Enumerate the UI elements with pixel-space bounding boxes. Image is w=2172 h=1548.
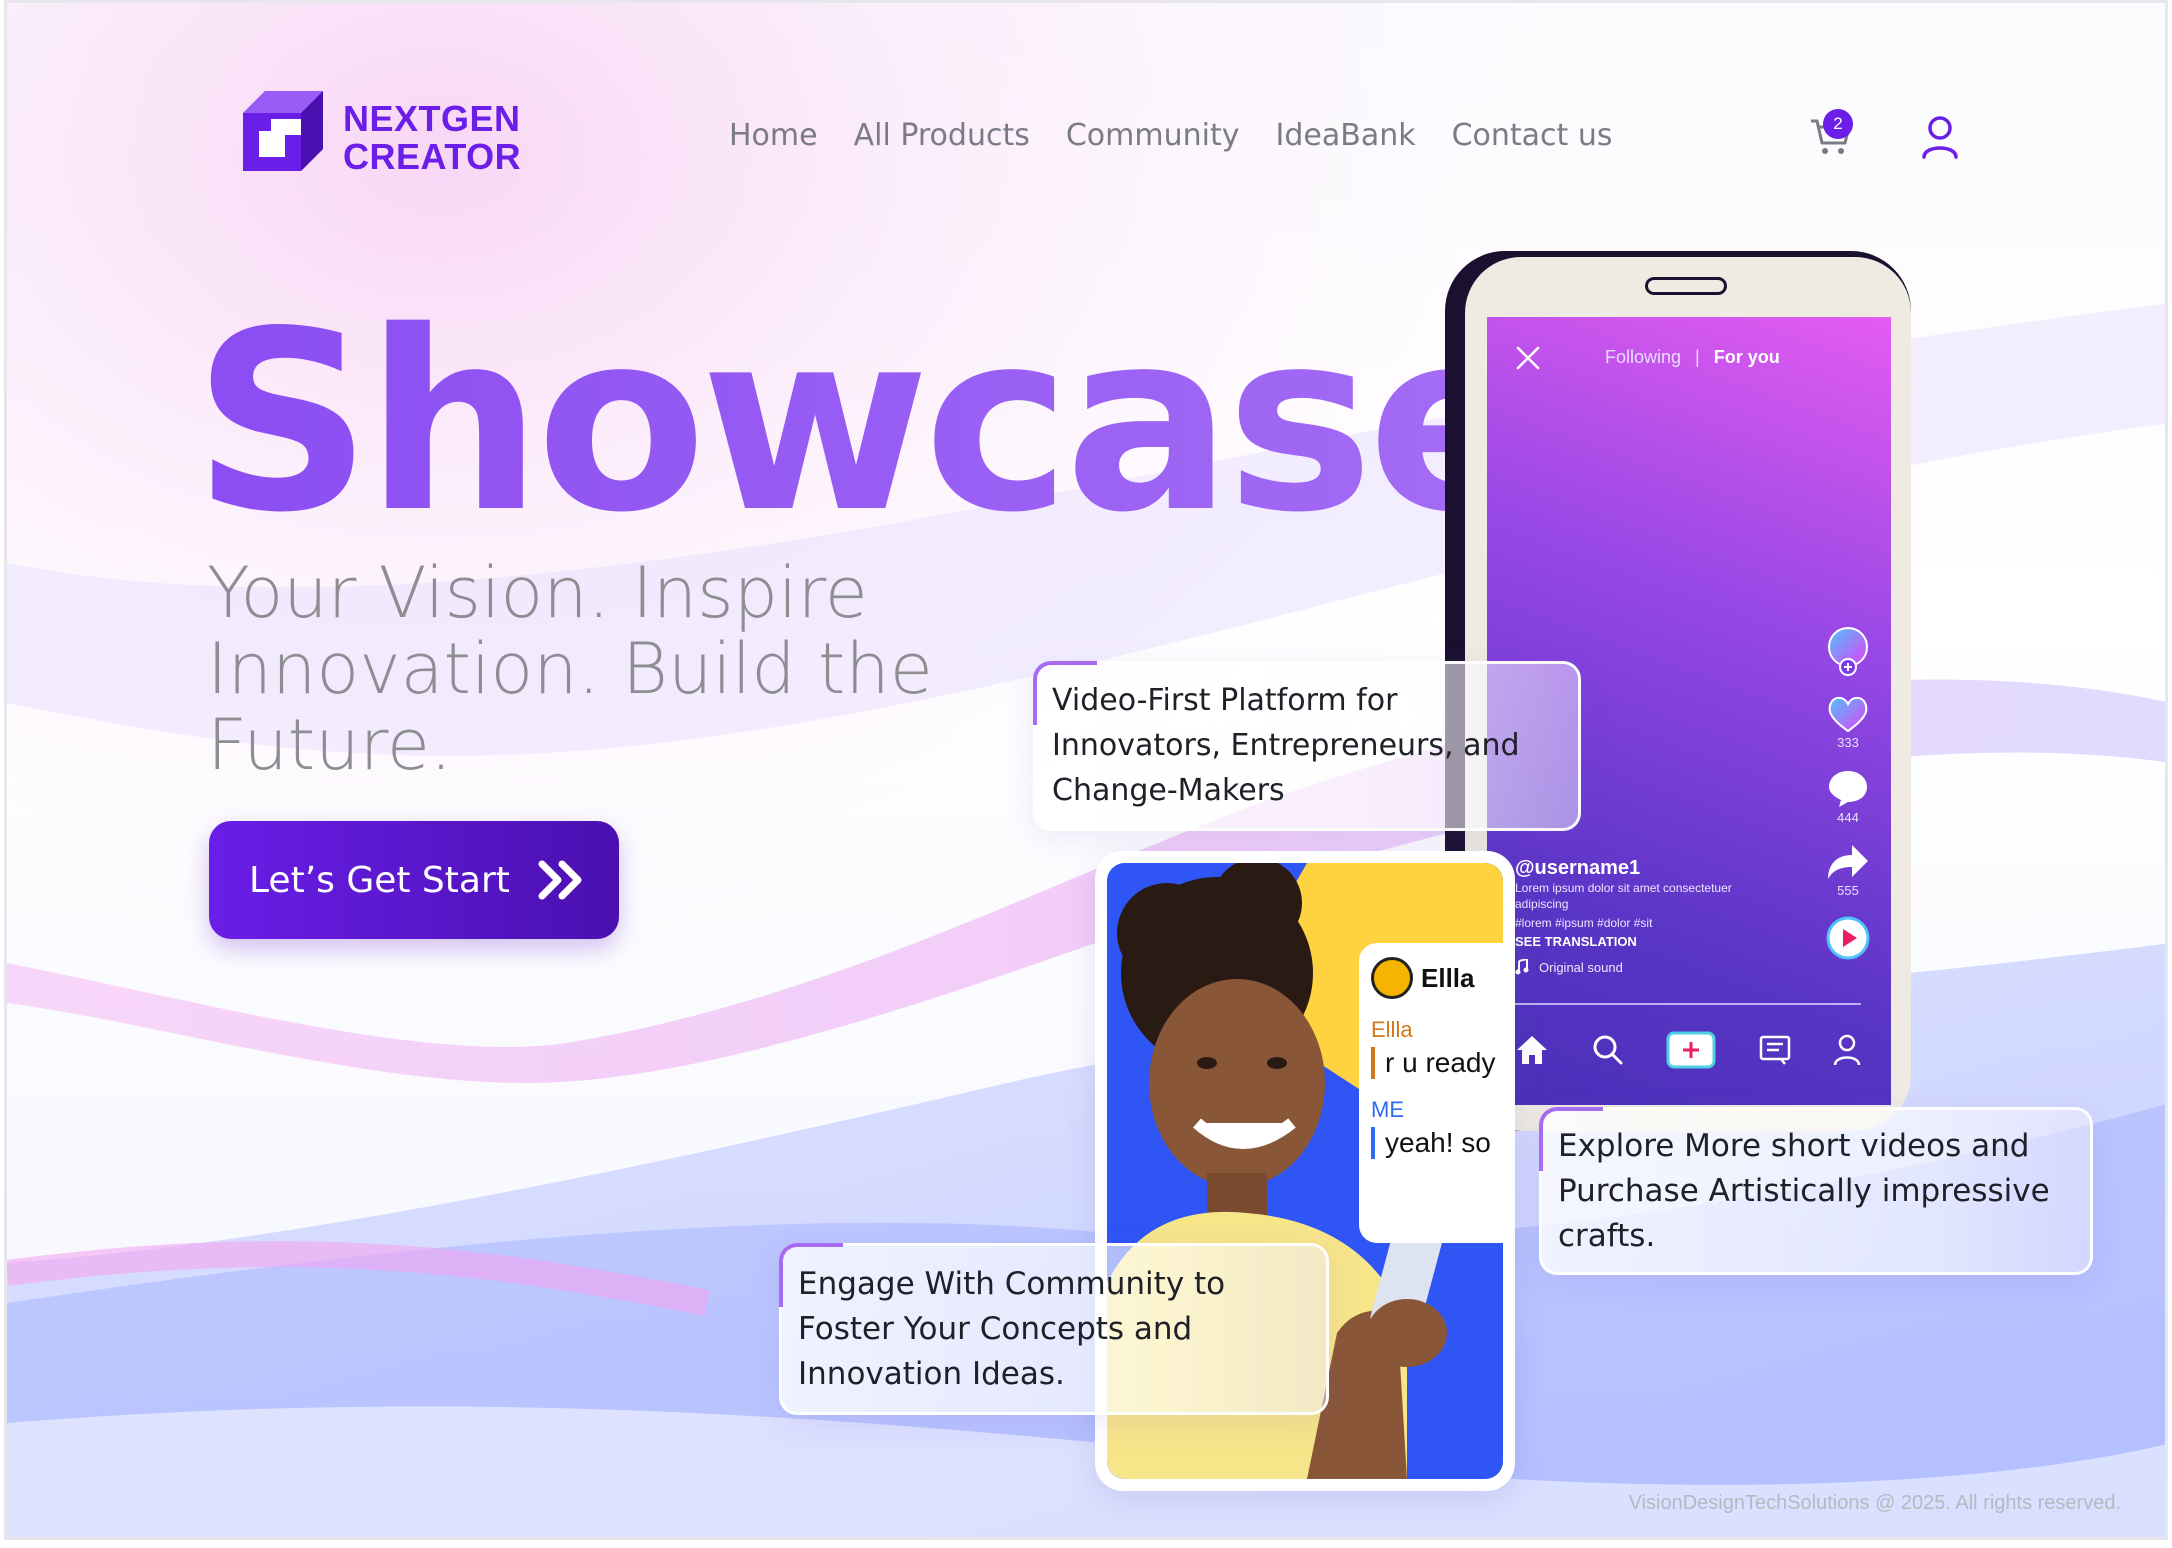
cart-count-badge: 2	[1823, 109, 1853, 139]
home-icon[interactable]	[1515, 1034, 1549, 1066]
user-icon[interactable]	[1920, 115, 1960, 159]
chat-header-name: Ellla	[1421, 962, 1475, 993]
tab-separator: |	[1695, 347, 1700, 367]
cube-logo-icon	[243, 91, 323, 171]
original-sound[interactable]: Original sound	[1515, 959, 1755, 975]
page-frame: NEXTGEN CREATOR Home All Products Commun…	[4, 0, 2168, 1540]
music-disc-icon	[1826, 916, 1870, 960]
tab-for-you[interactable]: For you	[1714, 347, 1780, 368]
comment-bubble-icon	[1829, 771, 1867, 807]
creator-avatar-button[interactable]	[1826, 627, 1870, 677]
feature-card-explore-text: Explore More short videos and Purchase A…	[1558, 1128, 2050, 1254]
video-actions: 333 444 555	[1823, 627, 1873, 978]
brand-name-line2: CREATOR	[343, 136, 522, 177]
video-description: Lorem ipsum dolor sit amet consectetuer …	[1515, 881, 1732, 911]
like-count: 333	[1837, 735, 1859, 750]
share-button[interactable]: 555	[1826, 843, 1870, 898]
chat-header: Ellla	[1371, 957, 1503, 999]
chat-message-1: r u ready	[1371, 1047, 1503, 1079]
nav-all-products[interactable]: All Products	[854, 118, 1030, 153]
heart-icon	[1828, 696, 1868, 733]
brand-logo[interactable]: NEXTGEN CREATOR	[229, 91, 521, 185]
video-feed-tabs: Following | For you	[1605, 347, 1780, 368]
share-count: 555	[1837, 883, 1859, 898]
phone-bottom-nav	[1515, 1031, 1861, 1069]
inbox-icon[interactable]	[1759, 1035, 1791, 1065]
nav-ideabank[interactable]: IdeaBank	[1276, 118, 1416, 153]
search-icon[interactable]	[1592, 1034, 1624, 1066]
nav-home[interactable]: Home	[729, 118, 818, 153]
video-username[interactable]: @username1	[1515, 857, 1755, 880]
feature-card-video-first-text: Video-First Platform for Innovators, Ent…	[1052, 683, 1520, 808]
profile-icon[interactable]	[1833, 1034, 1861, 1066]
nav-community[interactable]: Community	[1066, 118, 1240, 153]
chat-avatar	[1371, 957, 1413, 999]
close-icon[interactable]	[1515, 345, 1541, 371]
brand-name-line1: NEXTGEN	[343, 98, 521, 139]
music-note-icon	[1515, 959, 1529, 975]
video-info: @username1 Lorem ipsum dolor sit amet co…	[1515, 857, 1755, 975]
original-sound-label: Original sound	[1539, 959, 1623, 975]
hero-title: Showcase	[193, 279, 1536, 567]
bottom-bar-divider	[1515, 1003, 1861, 1005]
brand-name: NEXTGEN CREATOR	[343, 100, 521, 176]
nav-contact-us[interactable]: Contact us	[1452, 118, 1613, 153]
sound-disc-button[interactable]	[1826, 916, 1870, 960]
comment-button[interactable]: 444	[1827, 768, 1869, 825]
phone-speaker	[1645, 277, 1727, 295]
share-arrow-icon	[1828, 845, 1868, 879]
avatar-plus-icon	[1828, 627, 1868, 676]
get-started-button[interactable]: Let’s Get Start	[209, 821, 619, 939]
see-translation-link[interactable]: SEE TRANSLATION	[1515, 934, 1755, 949]
hero-subtitle: Your Vision. Inspire Innovation. Build t…	[207, 552, 933, 786]
chat-sender-2: ME	[1371, 1097, 1404, 1122]
tab-following[interactable]: Following	[1605, 347, 1681, 368]
chat-message-2: yeah! so	[1371, 1127, 1503, 1159]
main-nav: Home All Products Community IdeaBank Con…	[729, 118, 1613, 153]
feature-card-video-first: Video-First Platform for Innovators, Ent…	[1033, 661, 1581, 831]
comment-count: 444	[1837, 810, 1859, 825]
double-chevron-right-icon	[538, 860, 582, 900]
feature-card-community: Engage With Community to Foster Your Con…	[779, 1243, 1329, 1415]
feature-card-explore: Explore More short videos and Purchase A…	[1539, 1107, 2093, 1275]
feature-card-community-text: Engage With Community to Foster Your Con…	[798, 1266, 1226, 1392]
copyright-footer: VisionDesignTechSolutions @ 2025. All ri…	[1628, 1492, 2121, 1514]
chat-overlay: Ellla Ellla r u ready ME yeah! so	[1359, 943, 1503, 1243]
video-hashtags[interactable]: #lorem #ipsum #dolor #sit	[1515, 916, 1755, 930]
create-plus-icon[interactable]	[1666, 1031, 1716, 1069]
like-button[interactable]: 333	[1827, 695, 1869, 750]
get-started-label: Let’s Get Start	[249, 859, 510, 901]
chat-sender-1: Ellla	[1371, 1017, 1413, 1042]
